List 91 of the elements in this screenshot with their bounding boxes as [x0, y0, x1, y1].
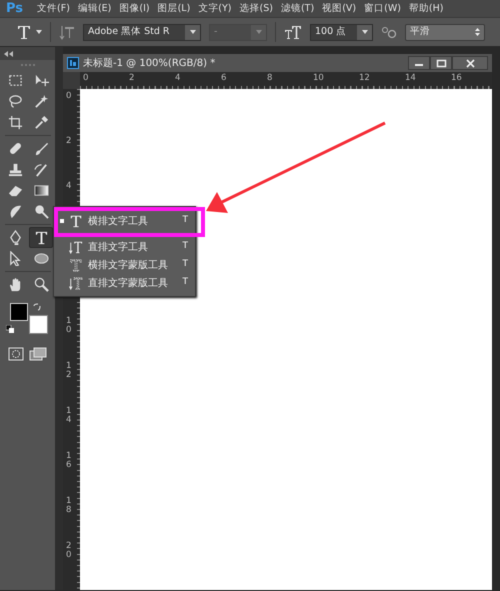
ruler-label: 4	[66, 182, 72, 192]
vertical-type-icon	[59, 24, 75, 41]
shortcut-key: T	[182, 240, 188, 254]
hand-icon	[8, 277, 22, 292]
shortcut-key: T	[182, 276, 188, 290]
menu-item[interactable]: 视图(V)	[322, 0, 356, 17]
caret-icon	[36, 30, 42, 34]
ruler-label: 4	[175, 74, 180, 84]
type-icon	[69, 276, 83, 290]
collapse-icon	[4, 50, 13, 56]
menu-item-label: 横排文字工具	[88, 214, 148, 228]
stamp-icon	[8, 162, 22, 177]
close-button[interactable]	[452, 56, 488, 70]
menu-item[interactable]: 横排文字工具 T	[58, 212, 190, 230]
ruler-label: 0	[66, 92, 72, 102]
font-family-dropdown[interactable]: Adobe 黑体 Std R	[83, 24, 201, 40]
font-size-icon	[284, 24, 302, 40]
menu-item[interactable]: 横排文字蒙版工具 T	[58, 256, 190, 274]
minimize-button[interactable]	[408, 56, 430, 70]
ruler-label: 2	[129, 74, 134, 84]
menu-item[interactable]: 编辑(E)	[78, 0, 112, 17]
ruler-label: 16	[451, 74, 462, 84]
anti-alias-dropdown[interactable]: 平滑	[405, 24, 485, 40]
menu-item[interactable]: 图像(I)	[119, 0, 150, 17]
eyedropper-icon	[34, 115, 48, 130]
menu-item[interactable]: 直排文字工具 T	[58, 238, 190, 256]
menu-item-label: 直排文字蒙版工具	[88, 276, 168, 290]
ruler-label: 18	[66, 497, 72, 516]
ruler-label: 14	[66, 407, 72, 426]
shortcut-key: T	[182, 214, 188, 228]
type-icon	[69, 240, 83, 254]
ruler-label: 10	[313, 74, 324, 84]
pen-icon	[8, 230, 22, 245]
app-logo: Ps	[5, 0, 24, 17]
ruler-label: 10	[66, 317, 72, 336]
ruler-label: 16	[66, 452, 72, 471]
ruler-label: 0	[83, 74, 88, 84]
zoom-icon	[34, 277, 48, 292]
ruler-label: 8	[267, 74, 272, 84]
tool-preset-picker[interactable]	[16, 24, 42, 40]
anti-alias-icon	[381, 25, 397, 39]
ruler-label: 2	[66, 137, 72, 146]
shortcut-key: T	[182, 258, 188, 272]
crop-icon	[8, 115, 22, 130]
document-title: 未标题-1 @ 100%(RGB/8) *	[83, 56, 216, 70]
brush-icon	[34, 141, 48, 156]
default-colors-icon[interactable]	[6, 325, 14, 333]
caret-icon	[190, 30, 196, 34]
maximize-icon	[436, 58, 446, 68]
menu-item[interactable]: 图层(L)	[158, 0, 190, 17]
menu-item[interactable]: 窗口(W)	[364, 0, 401, 17]
menu-item[interactable]: 滤镜(T)	[280, 0, 314, 17]
stepper-icon	[475, 28, 480, 36]
menu-item[interactable]: 文字(Y)	[198, 0, 232, 17]
swap-icon[interactable]	[33, 303, 41, 311]
menu-item-label: 直排文字工具	[88, 240, 148, 254]
ruler-label: 14	[405, 74, 416, 84]
ellipse-icon	[34, 251, 48, 266]
menu-item-label: 横排文字蒙版工具	[88, 258, 168, 272]
document-tab[interactable]: 未标题-1 @ 100%(RGB/8) *	[63, 54, 492, 72]
ruler-label: 12	[359, 74, 370, 84]
lasso-icon	[8, 94, 22, 109]
ruler-label: 12	[66, 362, 72, 381]
menu-item[interactable]: 文件(F)	[37, 0, 70, 17]
maximize-button[interactable]	[430, 56, 452, 70]
type-icon	[69, 214, 83, 228]
ruler-label: 6	[221, 74, 226, 84]
quick-mask-icon	[8, 347, 24, 361]
font-size-field[interactable]: 100 点	[310, 24, 373, 40]
close-icon	[464, 58, 476, 68]
screen-mode-icon	[29, 347, 47, 361]
type-icon	[69, 258, 83, 272]
menu-item[interactable]: 直排文字蒙版工具 T	[58, 274, 190, 292]
type-icon	[16, 24, 32, 40]
move-icon	[34, 73, 48, 88]
type-icon	[34, 230, 48, 245]
marquee-icon	[8, 73, 22, 88]
eraser-icon	[8, 183, 22, 198]
foreground-swatch[interactable]	[10, 303, 28, 321]
background-swatch[interactable]	[29, 315, 48, 334]
gradient-icon	[34, 183, 48, 198]
type-tool-button[interactable]	[29, 227, 53, 248]
ruler-label: 20	[66, 542, 72, 561]
ps-file-icon	[67, 57, 79, 69]
caret-icon	[362, 30, 368, 34]
menu-item[interactable]: 选择(S)	[240, 0, 273, 17]
wand-icon	[34, 94, 48, 109]
pointer-icon	[8, 251, 22, 266]
caret-icon	[256, 30, 262, 34]
menu-item[interactable]: 帮助(H)	[408, 0, 444, 17]
dodge-icon	[34, 204, 48, 219]
